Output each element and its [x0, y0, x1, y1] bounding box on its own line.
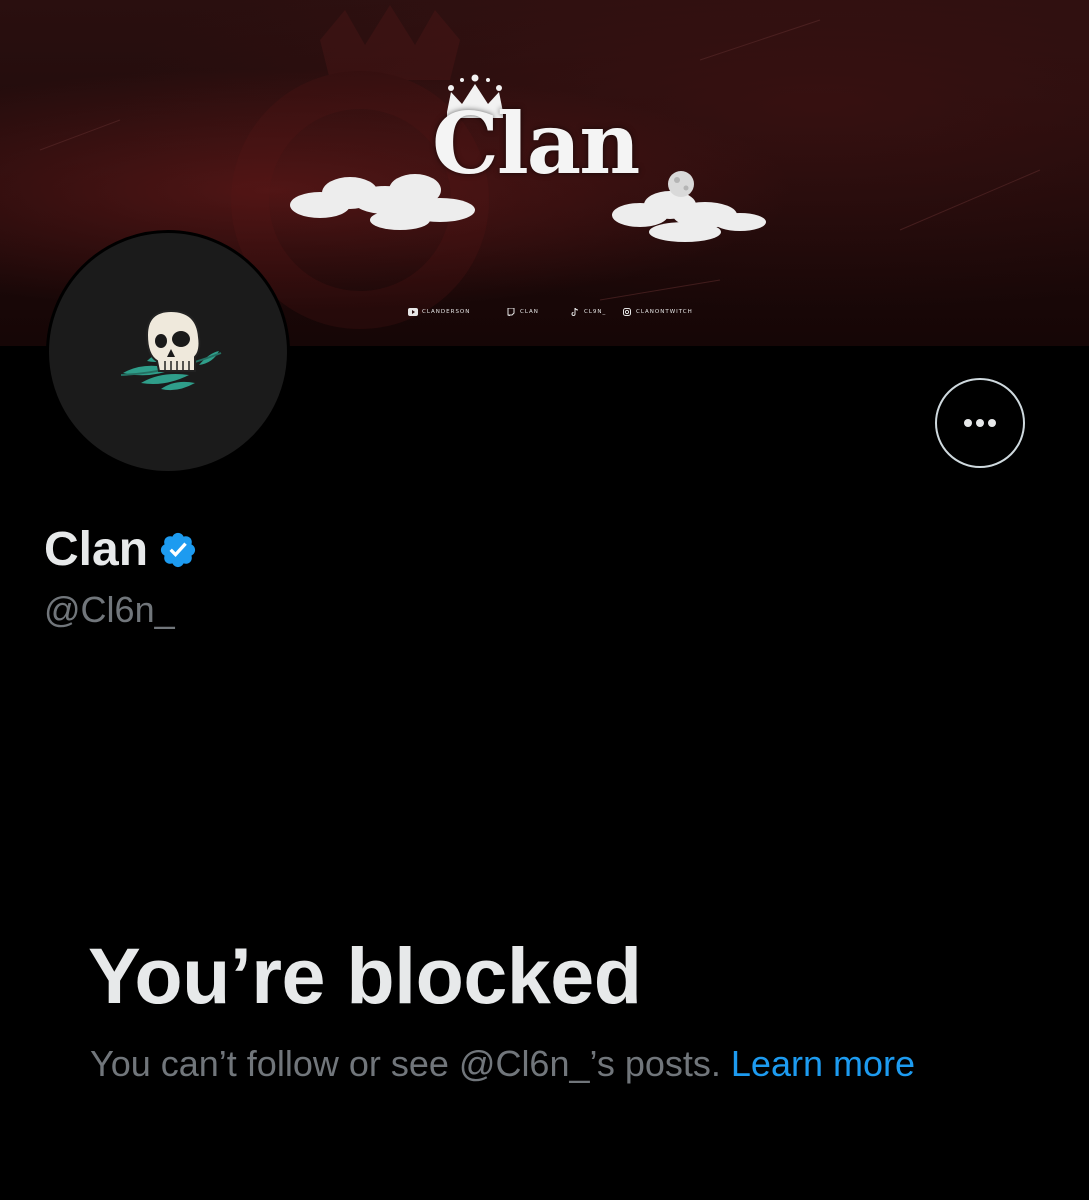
social-label-youtube: CLANDERSON [422, 309, 471, 315]
learn-more-link[interactable]: Learn more [731, 1043, 915, 1084]
more-options-button[interactable] [935, 378, 1025, 468]
more-dots-icon [964, 419, 996, 427]
display-name: Clan [44, 523, 149, 576]
tiktok-icon [570, 308, 580, 316]
profile-handle: @Cl6n_ [44, 589, 175, 630]
avatar[interactable] [46, 230, 290, 474]
twitch-icon [506, 308, 516, 316]
social-label-instagram: CLANONTWITCH [636, 309, 693, 315]
social-youtube: CLANDERSON [408, 308, 506, 316]
blocked-description: You can’t follow or see @Cl6n_’s posts. … [90, 1040, 915, 1088]
social-tiktok: CL9N_ [570, 308, 622, 316]
social-twitch: CLAN [506, 308, 570, 316]
profile-name-row: Clan [44, 520, 198, 580]
banner-title: Clan [432, 94, 640, 193]
banner-socials: CLANDERSON CLAN CL9N_ CLANONTWITCH [408, 306, 693, 318]
verified-badge-icon[interactable] [158, 530, 198, 570]
social-instagram: CLANONTWITCH [622, 308, 693, 316]
youtube-icon [408, 308, 418, 316]
instagram-icon [622, 308, 632, 316]
blocked-title: You’re blocked [88, 931, 642, 1020]
skull-leaf-icon [120, 309, 222, 391]
social-label-tiktok: CL9N_ [584, 309, 607, 315]
blocked-description-text: You can’t follow or see @Cl6n_’s posts. [90, 1043, 731, 1084]
social-label-twitch: CLAN [520, 309, 539, 315]
